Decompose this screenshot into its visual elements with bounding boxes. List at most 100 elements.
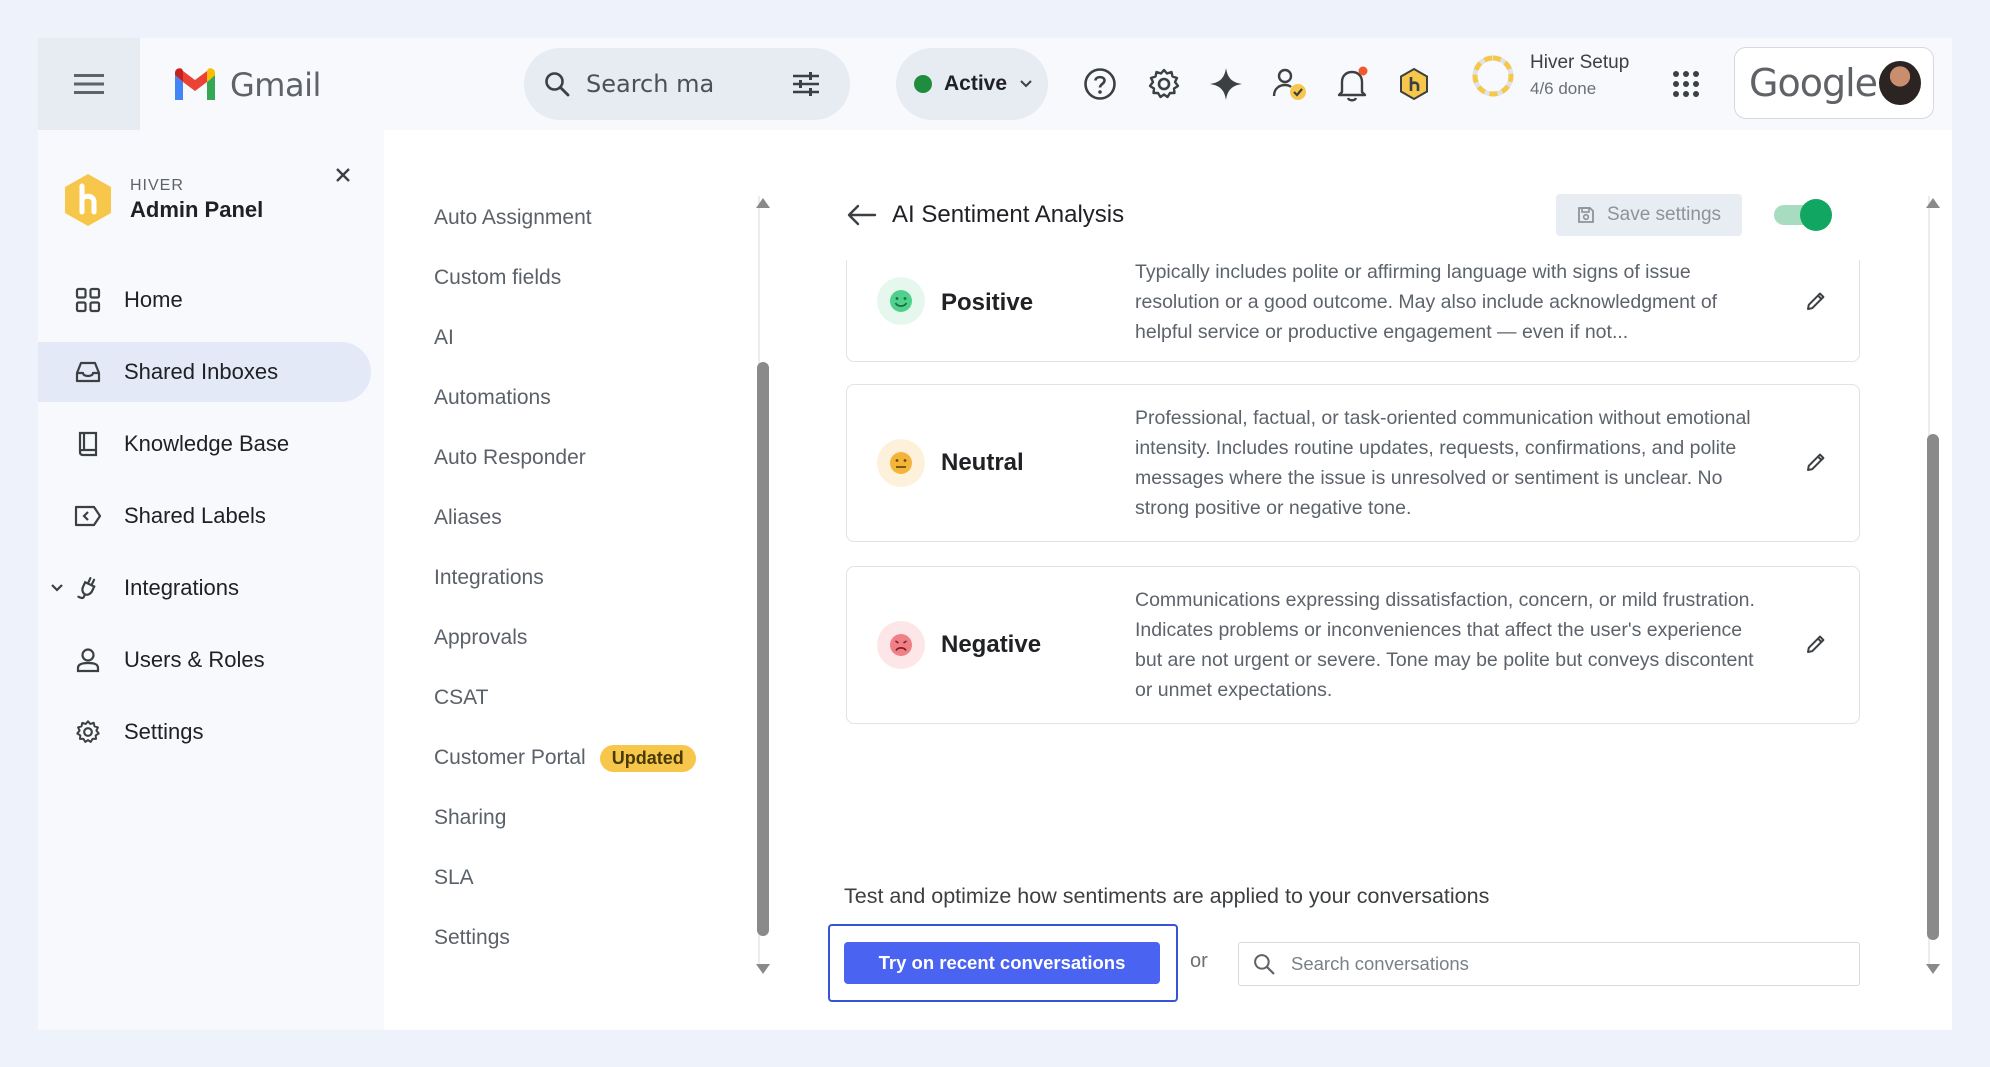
- try-button-focus-ring: Try on recent conversations: [828, 924, 1178, 1002]
- pencil-icon: [1807, 292, 1825, 310]
- gmail-logo[interactable]: Gmail: [172, 66, 321, 104]
- menu-icon: [74, 74, 104, 94]
- scroll-up-arrow-icon[interactable]: [1926, 198, 1940, 208]
- notifications-button[interactable]: [1332, 64, 1372, 104]
- plug-icon: [74, 574, 102, 602]
- close-icon: [336, 168, 350, 182]
- subnav-csat[interactable]: CSAT: [434, 668, 754, 728]
- setup-progress-text: 4/6 done: [1530, 79, 1597, 98]
- status-dropdown[interactable]: Active: [896, 48, 1048, 120]
- nav-item-users-roles[interactable]: Users & Roles: [38, 630, 371, 690]
- subnav-ai[interactable]: AI: [434, 308, 754, 368]
- status-dot: [914, 75, 932, 93]
- search-icon: [545, 72, 570, 97]
- apps-grid-icon: [1673, 71, 1699, 97]
- close-admin-button[interactable]: [328, 160, 358, 190]
- subnav-label: Settings: [434, 926, 510, 949]
- nav-item-shared-labels[interactable]: Shared Labels: [38, 486, 371, 546]
- scrollbar-thumb[interactable]: [1927, 434, 1939, 940]
- menu-button[interactable]: [38, 38, 140, 130]
- nav-item-knowledge-base[interactable]: Knowledge Base: [38, 414, 371, 474]
- admin-header: HIVER Admin Panel: [62, 172, 263, 228]
- subnav-sla[interactable]: SLA: [434, 848, 754, 908]
- google-account-button[interactable]: Google: [1734, 47, 1934, 119]
- user-icon: [74, 646, 102, 674]
- nav-item-integrations[interactable]: Integrations: [38, 558, 371, 618]
- subnav-label: Customer Portal: [434, 746, 586, 769]
- subnav-label: Custom fields: [434, 266, 562, 289]
- test-instructions: Test and optimize how sentiments are app…: [844, 884, 1490, 908]
- hiver-extension-button[interactable]: [1394, 64, 1434, 104]
- scroll-down-arrow-icon[interactable]: [756, 964, 770, 974]
- sentiment-description: Professional, factual, or task-oriented …: [1135, 407, 1751, 519]
- nav-item-label: Settings: [124, 719, 204, 744]
- subnav-custom-fields[interactable]: Custom fields: [434, 248, 754, 308]
- save-icon: [1578, 207, 1594, 223]
- availability-button[interactable]: [1270, 64, 1310, 104]
- scroll-up-arrow-icon[interactable]: [756, 198, 770, 208]
- back-button[interactable]: [844, 197, 880, 233]
- settings-button[interactable]: [1144, 64, 1184, 104]
- inbox-icon: [74, 358, 102, 386]
- scrollbar-thumb[interactable]: [757, 362, 769, 936]
- edit-sentiment-button[interactable]: [1801, 286, 1831, 316]
- nav-item-shared-inboxes[interactable]: Shared Inboxes: [38, 342, 371, 402]
- subnav-settings[interactable]: Settings: [434, 908, 754, 968]
- edit-sentiment-button[interactable]: [1801, 629, 1831, 659]
- hiver-setup-progress[interactable]: Hiver Setup 4/6 done: [1470, 52, 1629, 99]
- gear-icon: [74, 718, 102, 746]
- try-on-recent-conversations-button[interactable]: Try on recent conversations: [844, 942, 1160, 984]
- nav-item-settings[interactable]: Settings: [38, 702, 371, 762]
- subnav-aliases[interactable]: Aliases: [434, 488, 754, 548]
- sentiment-card-neutral: Neutral Professional, factual, or task-o…: [846, 384, 1860, 542]
- sentiment-card-negative: Negative Communications expressing dissa…: [846, 566, 1860, 724]
- sentiment-name: Positive: [941, 289, 1034, 316]
- subnav-auto-assignment[interactable]: Auto Assignment: [434, 188, 754, 248]
- subnav-sharing[interactable]: Sharing: [434, 788, 754, 848]
- app-name: Gmail: [230, 66, 321, 104]
- toggle-knob: [1800, 199, 1832, 231]
- progress-ring-icon: [1472, 55, 1514, 96]
- subnav-auto-responder[interactable]: Auto Responder: [434, 428, 754, 488]
- apps-button[interactable]: [1666, 64, 1706, 104]
- or-separator: or: [1190, 950, 1208, 972]
- conversation-search[interactable]: [1238, 942, 1860, 986]
- chevron-down-icon[interactable]: [50, 583, 64, 593]
- mail-search[interactable]: [524, 48, 850, 120]
- ai-sparkle-button[interactable]: [1206, 64, 1246, 104]
- topbar: Gmail Active: [38, 38, 1952, 130]
- panel-scrollbar[interactable]: [1924, 196, 1942, 974]
- subnav-approvals[interactable]: Approvals: [434, 608, 754, 668]
- main-content: Auto Assignment Custom fields AI Automat…: [384, 130, 1952, 1030]
- nav-item-home[interactable]: Home: [38, 270, 371, 330]
- admin-sidebar: HIVER Admin Panel Home Shared Inboxes Kn…: [38, 130, 383, 1030]
- book-icon: [74, 430, 102, 458]
- mail-search-input[interactable]: [586, 70, 776, 98]
- search-icon: [1254, 954, 1275, 975]
- sparkle-icon: [1210, 68, 1242, 100]
- grid-icon: [74, 286, 102, 314]
- sentiment-enable-toggle[interactable]: [1774, 198, 1832, 232]
- sad-face-icon: [877, 621, 925, 669]
- scroll-down-arrow-icon[interactable]: [1926, 964, 1940, 974]
- subnav-label: Approvals: [434, 626, 528, 649]
- sentiment-name: Neutral: [941, 449, 1024, 476]
- subnav-scrollbar[interactable]: [754, 196, 772, 974]
- subnav-automations[interactable]: Automations: [434, 368, 754, 428]
- sentiment-list: Positive Typically includes polite or af…: [844, 260, 1874, 778]
- subnav-customer-portal[interactable]: Customer Portal Updated: [434, 728, 754, 788]
- avatar: [1877, 59, 1923, 107]
- save-settings-button[interactable]: Save settings: [1556, 194, 1742, 236]
- admin-brand-sup: HIVER: [130, 177, 184, 194]
- nav-item-label: Shared Labels: [124, 503, 266, 528]
- subnav-label: Aliases: [434, 506, 502, 529]
- edit-sentiment-button[interactable]: [1801, 447, 1831, 477]
- hiver-badge-icon: [1400, 67, 1428, 101]
- help-button[interactable]: [1080, 64, 1120, 104]
- search-conversations-input[interactable]: [1291, 953, 1851, 975]
- subnav-label: SLA: [434, 866, 474, 889]
- sentiment-description: Typically includes polite or affirming l…: [1135, 261, 1718, 343]
- filter-icon[interactable]: [792, 72, 820, 96]
- gear-icon: [1148, 68, 1180, 99]
- subnav-integrations[interactable]: Integrations: [434, 548, 754, 608]
